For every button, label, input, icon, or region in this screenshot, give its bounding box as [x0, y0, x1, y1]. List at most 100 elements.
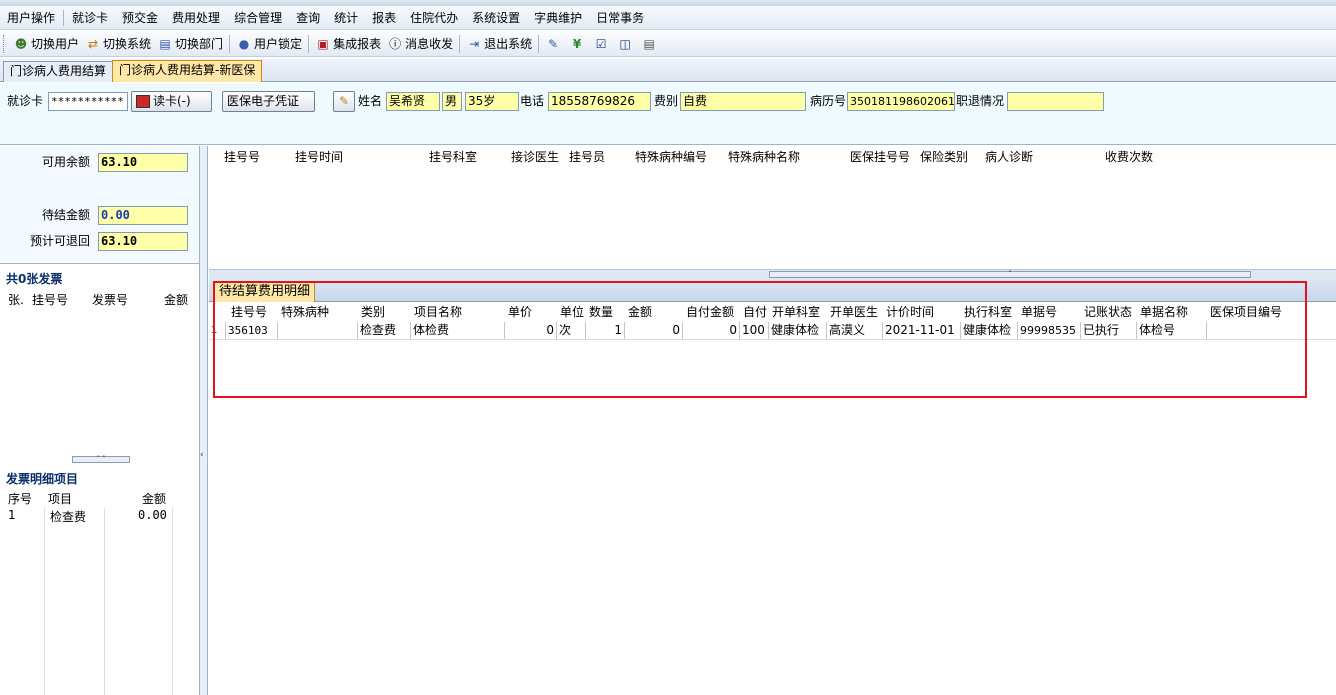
invoice-detail-item: 检查费: [50, 510, 87, 524]
invoice-splitter-handle[interactable]: ˄ ˄: [72, 456, 130, 463]
currency-button[interactable]: ¥: [566, 33, 590, 55]
available-balance-label: 可用余额: [42, 155, 91, 169]
message-button[interactable]: ⓘ 消息收发: [384, 33, 456, 55]
integrated-report-label: 集成报表: [333, 37, 382, 51]
gender-field[interactable]: 男: [442, 92, 462, 111]
cell-price-time: 2021-11-01: [883, 322, 961, 340]
detail-col-reg-no: 挂号号: [231, 305, 268, 319]
available-balance-field: 63.10: [98, 153, 188, 172]
menu-fee-processing[interactable]: 费用处理: [165, 8, 227, 28]
invoice-detail-amount: 0.00: [138, 508, 167, 522]
reg-col-reg-dept: 挂号科室: [429, 150, 478, 164]
record-no-field[interactable]: 350181198602061: [847, 92, 955, 111]
window-icon: ▤: [643, 36, 655, 51]
invoice-col-index: 张.: [8, 293, 24, 307]
book-button[interactable]: ◫: [614, 33, 638, 55]
invoice-detail-row[interactable]: 1 检查费 0.00: [0, 508, 199, 524]
cell-category: 检查费: [358, 322, 411, 340]
switch-system-button[interactable]: ⇄ 切换系统: [82, 33, 154, 55]
invoice-detail-seq: 1: [8, 508, 16, 522]
cell-item-name: 体检费: [411, 322, 505, 340]
menu-daily-affairs[interactable]: 日常事务: [589, 8, 651, 28]
clear-button[interactable]: ✎: [333, 91, 355, 112]
detail-col-amount: 金额: [628, 305, 653, 319]
grid-line: [44, 508, 45, 695]
invoice-col-invoice-no: 发票号: [92, 293, 129, 307]
name-field[interactable]: 吴希贤: [386, 92, 440, 111]
card-number-field[interactable]: ***********: [48, 92, 128, 111]
fee-type-label: 费别: [654, 94, 679, 108]
menu-inpatient-agency[interactable]: 住院代办: [403, 8, 465, 28]
exit-button[interactable]: ⇥ 退出系统: [463, 33, 535, 55]
reg-col-special-code: 特殊病种编号: [635, 150, 708, 164]
menu-user-ops[interactable]: 用户操作: [0, 8, 62, 28]
grid-line: [104, 508, 105, 695]
check-button[interactable]: ☑: [590, 33, 614, 55]
expected-refund-label: 预计可退回: [30, 234, 91, 248]
toolbar-grip[interactable]: [3, 34, 6, 53]
registration-grid: 挂号号 挂号时间 挂号科室 接诊医生 挂号员 特殊病种编号 特殊病种名称 医保挂…: [209, 146, 1336, 270]
edit-button[interactable]: ✎: [542, 33, 566, 55]
cell-qty: 1: [586, 322, 625, 340]
menu-query[interactable]: 查询: [289, 8, 327, 28]
reg-col-charge-count: 收费次数: [1105, 150, 1154, 164]
info-icon: ⓘ: [389, 36, 402, 51]
invoice-detail-col-item: 项目: [48, 492, 73, 506]
menu-statistics[interactable]: 统计: [327, 8, 365, 28]
lock-user-button[interactable]: ● 用户锁定: [233, 33, 305, 55]
user-lock-icon: ●: [238, 36, 250, 51]
invoice-count-title: 共0张发票: [6, 272, 63, 286]
retirement-field[interactable]: [1007, 92, 1104, 111]
expected-refund-field: 63.10: [98, 232, 188, 251]
detail-col-insurance-code: 医保项目编号: [1210, 305, 1283, 319]
tab-outpatient-settlement-new-insurance[interactable]: 门诊病人费用结算-新医保: [112, 60, 263, 82]
fee-type-field[interactable]: 自费: [680, 92, 806, 111]
detail-col-order-doctor: 开单医生: [830, 305, 879, 319]
menu-bar: 用户操作 就诊卡 预交金 费用处理 综合管理 查询 统计 报表 住院代办 系统设…: [0, 6, 1336, 30]
menu-general-management[interactable]: 综合管理: [227, 8, 289, 28]
pending-detail-header: 挂号号 特殊病种 类别 项目名称 单价 单位 数量 金额 自付金额 自付 开单科…: [209, 304, 1336, 322]
tab-pending-fee-detail[interactable]: 待结算费用明细: [214, 282, 316, 302]
insurance-ecert-button[interactable]: 医保电子凭证: [222, 91, 315, 112]
cell-self-pct: 100: [740, 322, 769, 340]
department-icon: ▤: [159, 36, 171, 51]
cell-order-dept: 健康体检: [769, 322, 827, 340]
detail-col-billing-status: 记账状态: [1084, 305, 1133, 319]
pending-amount-field: 0.00: [98, 206, 188, 225]
checkbox-icon: ☑: [595, 36, 607, 51]
pending-detail-row[interactable]: 1 356103 检查费 体检费 0 次 1 0 0 100 健康体检 高漠义 …: [209, 322, 1336, 340]
collapse-left-icon[interactable]: ‹: [200, 450, 204, 460]
pencil-icon: ✎: [548, 36, 559, 51]
menu-visit-card[interactable]: 就诊卡: [65, 8, 115, 28]
menu-prepayment[interactable]: 预交金: [115, 8, 165, 28]
reg-col-insurance-reg-no: 医保挂号号: [850, 150, 911, 164]
book-icon: ◫: [619, 36, 631, 51]
menu-system-settings[interactable]: 系统设置: [465, 8, 527, 28]
tab-outpatient-settlement[interactable]: 门诊病人费用结算: [3, 61, 114, 82]
record-no-label: 病历号: [810, 94, 847, 108]
switch-dept-button[interactable]: ▤ 切换部门: [154, 33, 226, 55]
invoice-detail-col-seq: 序号: [8, 492, 33, 506]
cell-insurance-code: [1207, 322, 1336, 340]
read-card-button[interactable]: 读卡(-): [131, 91, 212, 112]
patient-info-bar: 就诊卡 *********** 读卡(-) 医保电子凭证 ✎ 姓名 吴希贤 男 …: [0, 83, 1336, 145]
menu-dictionary[interactable]: 字典维护: [527, 8, 589, 28]
age-field[interactable]: 35岁: [465, 92, 519, 111]
exit-label: 退出系统: [484, 37, 533, 51]
invoice-col-amount: 金额: [164, 293, 189, 307]
menu-reports[interactable]: 报表: [365, 8, 403, 28]
horizontal-splitter[interactable]: ˄: [209, 270, 1336, 280]
integrated-report-button[interactable]: ▣ 集成报表: [312, 33, 384, 55]
row-index: 1: [209, 322, 226, 340]
window-button[interactable]: ▤: [638, 33, 662, 55]
vertical-splitter[interactable]: ‹: [200, 146, 208, 695]
splitter-handle[interactable]: ˄: [769, 271, 1251, 278]
switch-user-button[interactable]: ☻ 切换用户: [10, 33, 82, 55]
detail-col-qty: 数量: [589, 305, 614, 319]
detail-col-category: 类别: [361, 305, 386, 319]
balance-box: 可用余额 63.10 待结金额 0.00 预计可退回 63.10: [0, 146, 199, 264]
detail-col-special: 特殊病种: [281, 305, 330, 319]
phone-field[interactable]: 18558769826: [548, 92, 651, 111]
reg-col-reg-time: 挂号时间: [295, 150, 344, 164]
detail-col-self-pct: 自付: [743, 305, 768, 319]
